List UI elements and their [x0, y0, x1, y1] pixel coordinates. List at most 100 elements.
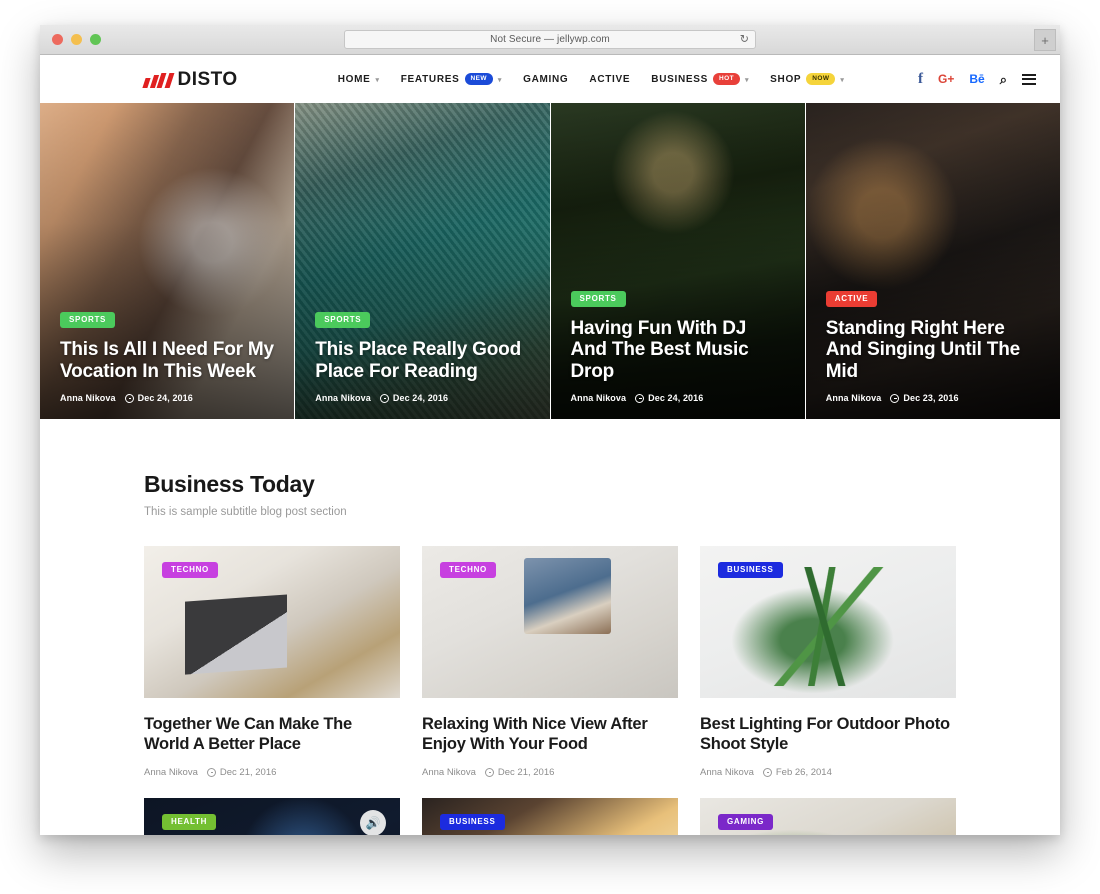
chevron-down-icon: ▾	[745, 77, 749, 84]
nav-item-business[interactable]: BUSINESSHOT▾	[651, 73, 749, 85]
post-card[interactable]: HEALTH 🔊	[144, 798, 400, 835]
nav-item-label: GAMING	[523, 74, 568, 85]
post-title[interactable]: Best Lighting For Outdoor Photo Shoot St…	[700, 715, 956, 755]
hero-title[interactable]: This Is All I Need For My Vocation In Th…	[60, 339, 276, 382]
post-thumbnail[interactable]: TECHNO	[144, 546, 400, 698]
close-window-button[interactable]	[52, 34, 63, 45]
hero-slide[interactable]: SPORTS Having Fun With DJ And The Best Mu…	[551, 103, 806, 419]
post-date-text: Dec 21, 2016	[498, 767, 555, 778]
post-card[interactable]: BUSINESS	[422, 798, 678, 835]
site-header: DISTO HOME▾FEATURESNEW▾GAMINGACTIVEBUSIN…	[40, 55, 1060, 103]
hero-content: SPORTS Having Fun With DJ And The Best Mu…	[571, 288, 787, 403]
address-bar[interactable]: Not Secure — jellywp.com ↻	[344, 30, 756, 49]
logo-text: DISTO	[178, 69, 238, 91]
author-name: Anna Nikova	[826, 393, 882, 403]
hero-title[interactable]: This Place Really Good Place For Reading	[315, 339, 531, 382]
hero-slide[interactable]: SPORTS This Is All I Need For My Vocation…	[40, 103, 295, 419]
author-name: Anna Nikova	[571, 393, 627, 403]
clock-icon	[890, 394, 899, 403]
category-badge[interactable]: ACTIVE	[826, 291, 878, 307]
maximize-window-button[interactable]	[90, 34, 101, 45]
new-tab-button[interactable]: +	[1034, 29, 1056, 51]
minimize-window-button[interactable]	[71, 34, 82, 45]
hero-title[interactable]: Standing Right Here And Singing Until Th…	[826, 318, 1042, 382]
author-name: Anna Nikova	[315, 393, 371, 403]
nav-badge-hot: HOT	[713, 73, 740, 85]
category-badge[interactable]: SPORTS	[60, 312, 115, 328]
section-subtitle: This is sample subtitle blog post sectio…	[144, 506, 956, 518]
chevron-down-icon: ▾	[376, 77, 380, 84]
post-date: Dec 24, 2016	[635, 393, 703, 403]
hero-content: SPORTS This Is All I Need For My Vocation…	[60, 309, 276, 403]
post-date-text: Feb 26, 2014	[776, 767, 832, 778]
category-badge[interactable]: GAMING	[718, 814, 773, 830]
post-date: Dec 24, 2016	[125, 393, 193, 403]
post-date-text: Dec 24, 2016	[648, 393, 703, 403]
nav-item-features[interactable]: FEATURESNEW▾	[401, 73, 502, 85]
post-date: Dec 24, 2016	[380, 393, 448, 403]
post-meta: Anna Nikova Dec 21, 2016	[144, 767, 400, 778]
nav-item-home[interactable]: HOME ▾	[338, 74, 380, 85]
clock-icon	[380, 394, 389, 403]
post-title[interactable]: Relaxing With Nice View After Enjoy With…	[422, 715, 678, 755]
post-card[interactable]: TECHNO Together We Can Make The World A B…	[144, 546, 400, 778]
clock-icon	[763, 768, 772, 777]
hero-title[interactable]: Having Fun With DJ And The Best Music Dr…	[571, 318, 787, 382]
category-badge[interactable]: TECHNO	[440, 562, 496, 578]
hero-content: ACTIVE Standing Right Here And Singing Un…	[826, 288, 1042, 403]
behance-icon[interactable]: Bē	[969, 73, 984, 85]
clock-icon	[635, 394, 644, 403]
category-badge[interactable]: TECHNO	[162, 562, 218, 578]
post-thumbnail[interactable]: GAMING	[700, 798, 956, 835]
category-badge[interactable]: SPORTS	[315, 312, 370, 328]
post-date: Dec 21, 2016	[485, 767, 555, 778]
post-card[interactable]: BUSINESS Best Lighting For Outdoor Photo …	[700, 546, 956, 778]
hero-slide[interactable]: ACTIVE Standing Right Here And Singing Un…	[806, 103, 1060, 419]
post-meta: Anna Nikova Feb 26, 2014	[700, 767, 956, 778]
section-title: Business Today	[144, 471, 956, 498]
nav-item-gaming[interactable]: GAMING	[523, 74, 568, 85]
post-card[interactable]: GAMING	[700, 798, 956, 835]
site-logo[interactable]: DISTO	[144, 69, 238, 91]
post-card[interactable]: TECHNO Relaxing With Nice View After Enjo…	[422, 546, 678, 778]
hero-slide[interactable]: SPORTS This Place Really Good Place For R…	[295, 103, 550, 419]
facebook-icon[interactable]: f	[918, 72, 923, 87]
post-thumbnail[interactable]: BUSINESS	[700, 546, 956, 698]
clock-icon	[207, 768, 216, 777]
nav-item-label: FEATURES	[401, 74, 460, 85]
section-header: Business Today This is sample subtitle b…	[144, 419, 956, 518]
post-date-text: Dec 24, 2016	[393, 393, 448, 403]
audio-speaker-icon[interactable]: 🔊	[360, 810, 386, 835]
post-date-text: Dec 24, 2016	[138, 393, 193, 403]
chevron-down-icon: ▾	[840, 77, 844, 84]
post-title[interactable]: Together We Can Make The World A Better …	[144, 715, 400, 755]
post-date-text: Dec 21, 2016	[220, 767, 277, 778]
chevron-down-icon: ▾	[498, 77, 502, 84]
post-date: Dec 23, 2016	[890, 393, 958, 403]
browser-titlebar: Not Secure — jellywp.com ↻ +	[40, 25, 1060, 55]
nav-item-active[interactable]: ACTIVE	[589, 74, 630, 85]
window-controls[interactable]	[52, 34, 101, 45]
post-thumbnail[interactable]: TECHNO	[422, 546, 678, 698]
clock-icon	[485, 768, 494, 777]
post-thumbnail[interactable]: HEALTH 🔊	[144, 798, 400, 835]
category-badge[interactable]: HEALTH	[162, 814, 216, 830]
author-name: Anna Nikova	[700, 767, 754, 778]
page-content: DISTO HOME▾FEATURESNEW▾GAMINGACTIVEBUSIN…	[40, 55, 1060, 835]
author-name: Anna Nikova	[144, 767, 198, 778]
google-plus-icon[interactable]: G+	[938, 73, 954, 85]
menu-hamburger-icon[interactable]	[1022, 74, 1036, 85]
reload-icon[interactable]: ↻	[740, 34, 749, 45]
search-icon[interactable]: ⌕	[1000, 73, 1007, 86]
nav-item-label: SHOP	[770, 74, 801, 85]
logo-mark-icon	[144, 73, 172, 88]
clock-icon	[125, 394, 134, 403]
nav-item-shop[interactable]: SHOPNOW▾	[770, 73, 844, 85]
category-badge[interactable]: SPORTS	[571, 291, 626, 307]
category-badge[interactable]: BUSINESS	[718, 562, 783, 578]
post-thumbnail[interactable]: BUSINESS	[422, 798, 678, 835]
post-date-text: Dec 23, 2016	[903, 393, 958, 403]
hero-content: SPORTS This Place Really Good Place For R…	[315, 309, 531, 403]
nav-item-label: HOME	[338, 74, 371, 85]
category-badge[interactable]: BUSINESS	[440, 814, 505, 830]
